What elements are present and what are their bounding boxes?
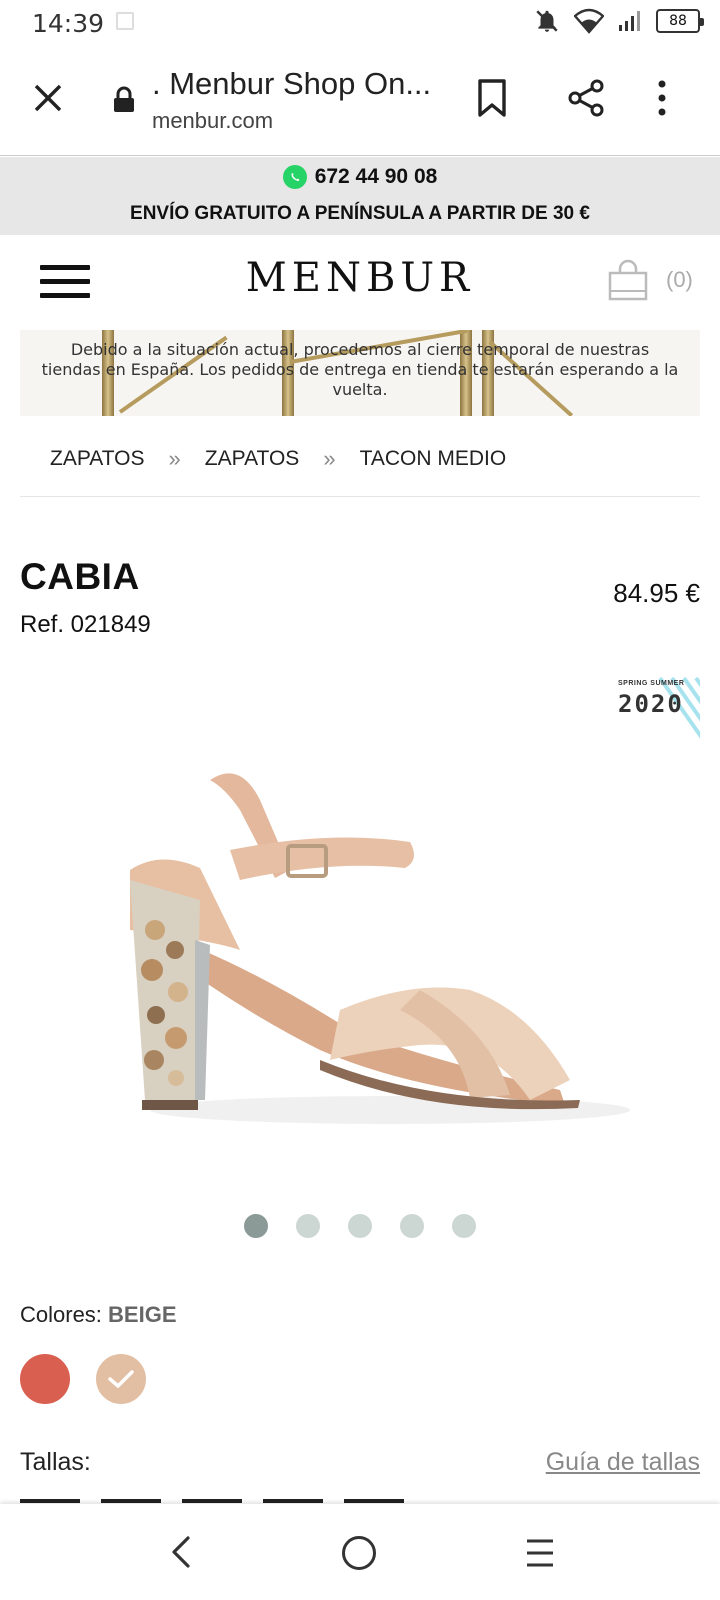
free-shipping-text: ENVÍO GRATUITO A PENÍNSULA A PARTIR DE 3… xyxy=(130,203,590,224)
size-option[interactable] xyxy=(263,1499,323,1503)
recent-apps-icon[interactable] xyxy=(524,1536,556,1570)
status-bar: 14:39 88 xyxy=(0,0,720,46)
breadcrumb-separator: » xyxy=(323,446,336,471)
lock-icon[interactable] xyxy=(112,86,136,114)
carousel-dot[interactable] xyxy=(348,1214,372,1238)
status-time: 14:39 xyxy=(32,9,105,38)
promo-bar: 672 44 90 08 ENVÍO GRATUITO A PENÍNSULA … xyxy=(0,157,720,235)
notice-text: Debido a la situación actual, procedemos… xyxy=(41,340,679,399)
share-icon[interactable] xyxy=(566,78,606,118)
color-swatch-red[interactable] xyxy=(20,1354,70,1404)
sizes-label: Tallas: xyxy=(20,1448,91,1476)
bookmark-icon[interactable] xyxy=(474,78,510,118)
size-option[interactable] xyxy=(20,1499,80,1503)
battery-level: 88 xyxy=(669,13,687,29)
more-options-icon[interactable] xyxy=(654,78,670,118)
carousel-dot[interactable] xyxy=(296,1214,320,1238)
product-reference: Ref. 021849 xyxy=(20,611,151,638)
cart-count[interactable]: (0) xyxy=(666,267,693,293)
selected-color: BEIGE xyxy=(108,1302,177,1327)
system-nav-bar xyxy=(0,1504,720,1600)
product-image[interactable] xyxy=(90,760,650,1180)
carousel-dot[interactable] xyxy=(244,1214,268,1238)
image-notification-icon xyxy=(116,12,134,30)
breadcrumb-item[interactable]: ZAPATOS xyxy=(205,447,300,471)
badge-season-text: SPRING SUMMER xyxy=(618,680,685,687)
shopping-bag-icon[interactable] xyxy=(606,257,650,303)
battery-icon: 88 xyxy=(656,9,704,33)
back-icon[interactable] xyxy=(166,1532,196,1572)
close-icon[interactable] xyxy=(30,80,66,116)
status-icons: 88 xyxy=(534,8,704,34)
wifi-icon xyxy=(574,8,604,34)
carousel-dot[interactable] xyxy=(452,1214,476,1238)
size-guide-link[interactable]: Guía de tallas xyxy=(546,1448,700,1477)
breadcrumb: ZAPATOS » ZAPATOS » TACON MEDIO xyxy=(50,446,506,472)
product-name: CABIA xyxy=(20,556,140,597)
phone-number: 672 44 90 08 xyxy=(314,165,438,188)
breadcrumb-item[interactable]: ZAPATOS xyxy=(50,447,145,471)
page-title[interactable]: . Menbur Shop On... xyxy=(152,66,442,102)
check-icon xyxy=(108,1370,134,1388)
signal-icon xyxy=(619,11,640,31)
color-swatch-beige[interactable] xyxy=(96,1354,146,1404)
divider xyxy=(20,496,700,497)
carousel-dot[interactable] xyxy=(400,1214,424,1238)
notice-banner: Debido a la situación actual, procedemos… xyxy=(20,330,700,416)
colors-label: Colores: BEIGE xyxy=(20,1302,177,1328)
notifications-off-icon xyxy=(536,10,558,32)
size-option[interactable] xyxy=(182,1499,242,1503)
browser-toolbar: . Menbur Shop On... menbur.com xyxy=(0,46,720,156)
breadcrumb-separator: » xyxy=(168,446,181,471)
colors-label-text: Colores: xyxy=(20,1302,102,1327)
season-badge: SPRING SUMMER 2020 xyxy=(600,668,700,760)
page-url[interactable]: menbur.com xyxy=(152,108,273,134)
badge-year: 2020 xyxy=(618,690,684,718)
product-price: 84.95 € xyxy=(613,578,700,608)
home-icon[interactable] xyxy=(342,1536,376,1570)
contact-phone[interactable]: 672 44 90 08 xyxy=(0,165,720,189)
size-option[interactable] xyxy=(101,1499,161,1503)
size-option[interactable] xyxy=(344,1499,404,1503)
site-header: MENBUR (0) xyxy=(0,235,720,325)
image-carousel-dots xyxy=(0,1214,720,1238)
breadcrumb-item[interactable]: TACON MEDIO xyxy=(360,447,507,471)
whatsapp-icon xyxy=(282,165,307,189)
